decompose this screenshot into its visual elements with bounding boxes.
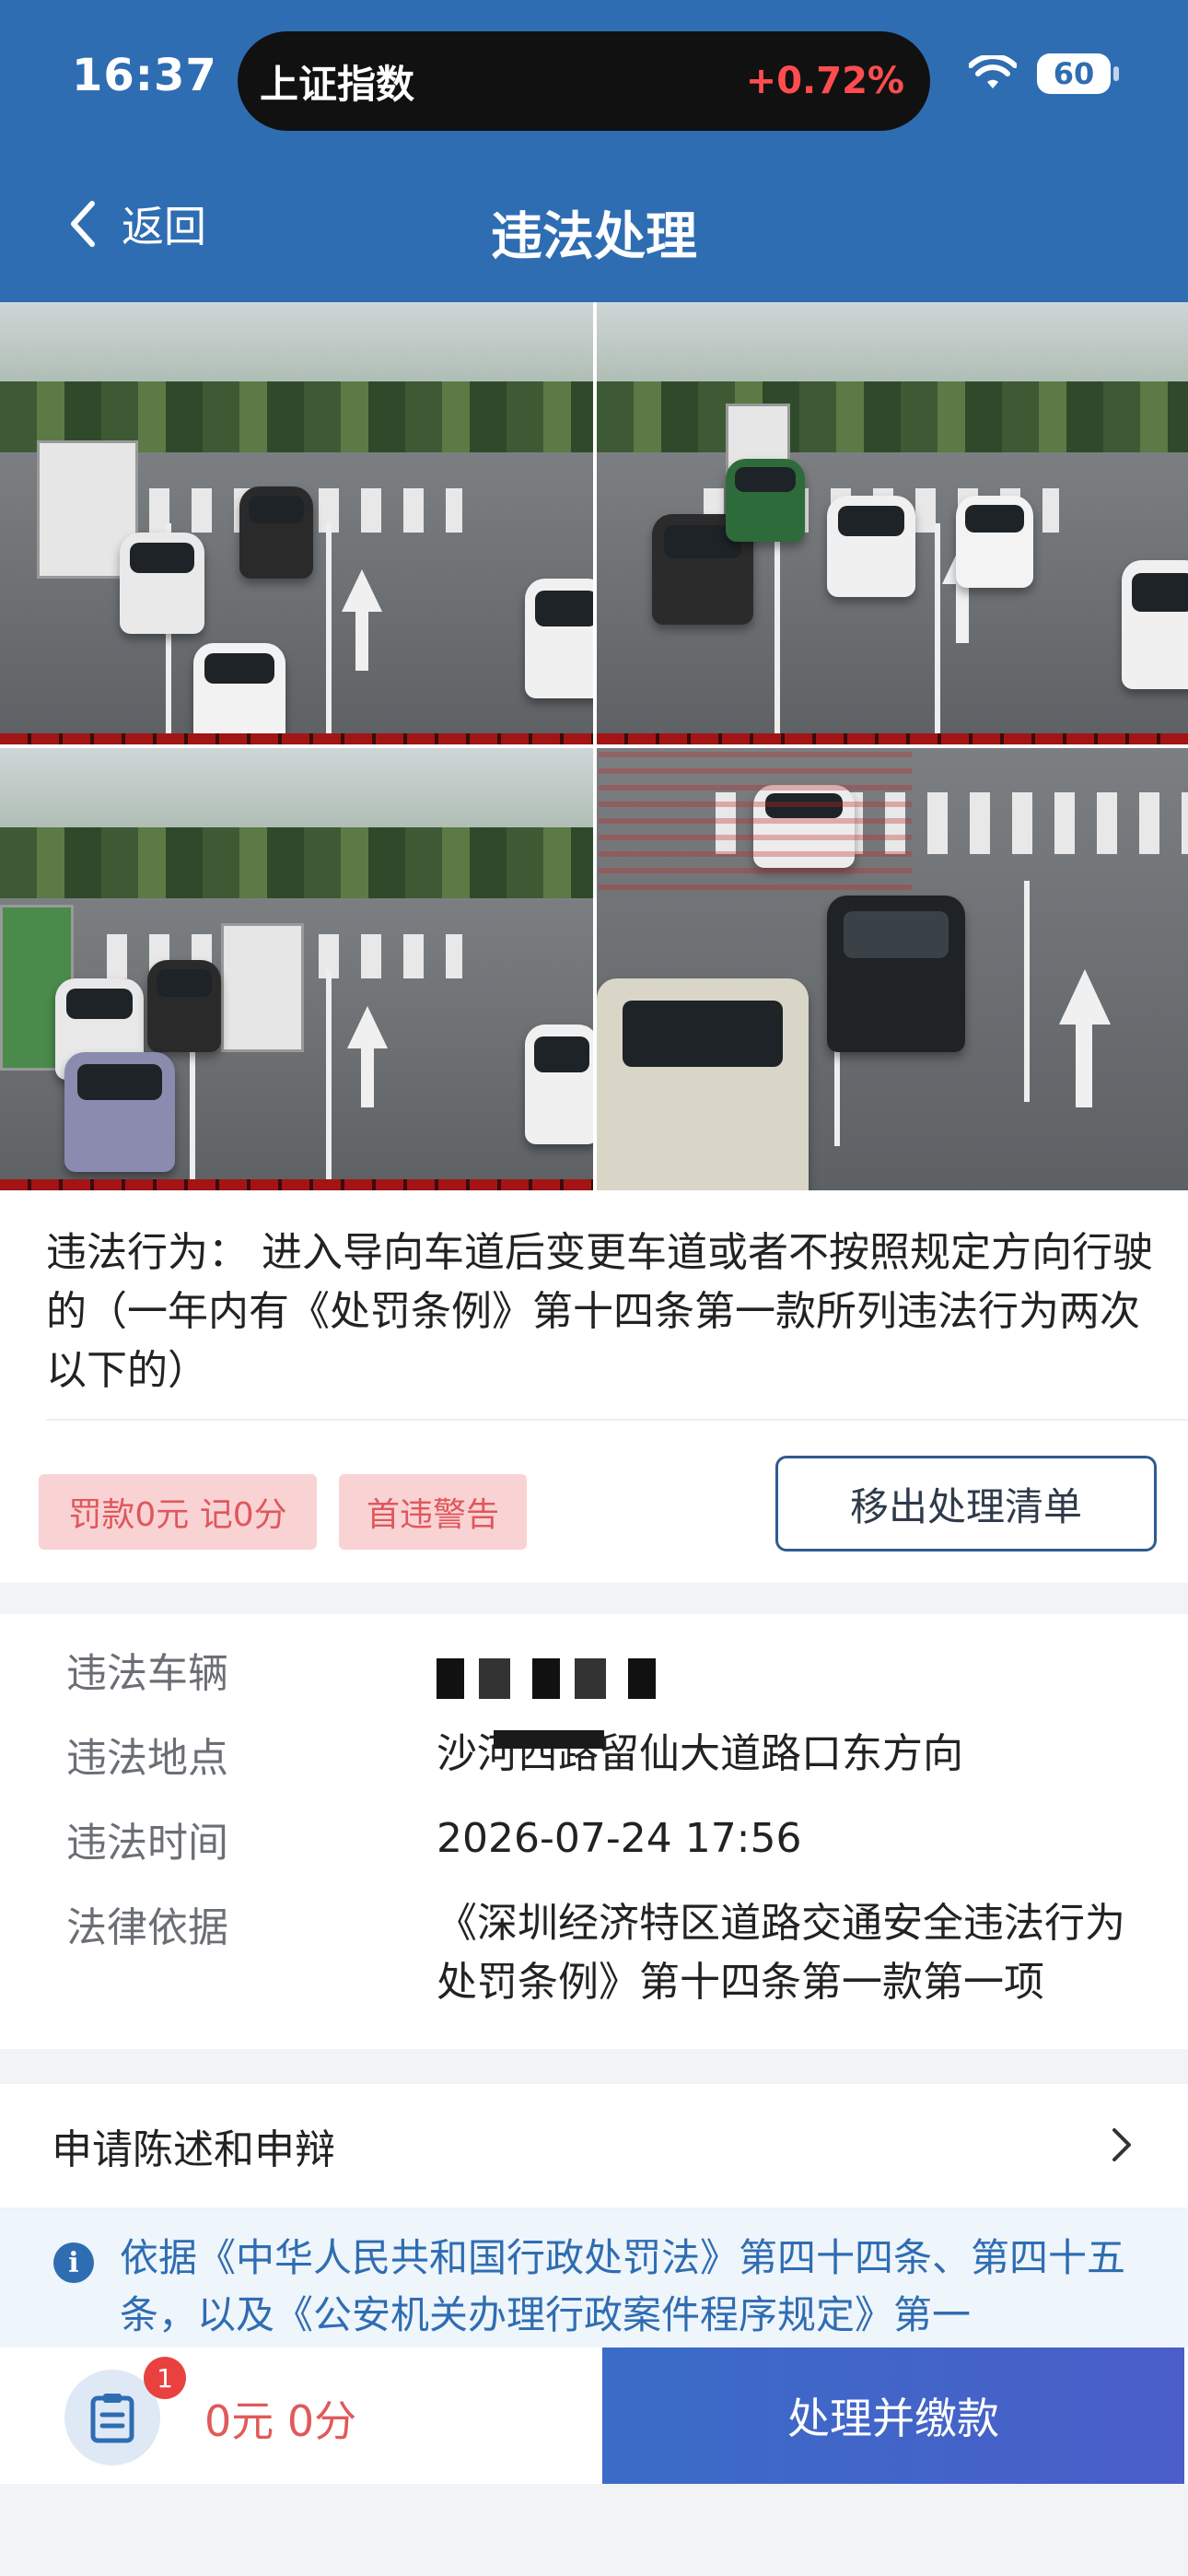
process-and-pay-button[interactable]: 处理并缴款 (602, 2348, 1184, 2484)
status-icons: 60 (969, 53, 1119, 94)
detail-row-vehicle: 违法车辆 (0, 1640, 1188, 1714)
ticker-name: 上证指数 (260, 61, 415, 107)
list-count-badge: 1 (144, 2357, 186, 2399)
redacted-location (494, 1730, 604, 1749)
notice-text: 依据《中华人民共和国行政处罚法》第四十四条、第四十五条，以及《公安机关办理行政案… (120, 2235, 1126, 2337)
evidence-photo-3[interactable] (0, 748, 593, 1190)
location-label: 违法地点 (66, 1735, 228, 1782)
detail-row-time: 违法时间 2026-07-24 17:56 (0, 1809, 1188, 1883)
ticker-change: +0.72% (745, 60, 904, 102)
time-label: 违法时间 (66, 1820, 228, 1867)
status-time: 16:37 (72, 50, 217, 101)
legal-notice: i 依据《中华人民共和国行政处罚法》第四十四条、第四十五条，以及《公安机关办理行… (0, 2209, 1188, 2348)
header: 16:37 上证指数 +0.72% 60 返回 违法处理 (0, 0, 1188, 302)
vehicle-label: 违法车辆 (66, 1650, 228, 1697)
info-icon: i (53, 2242, 94, 2283)
bottom-bar: 1 0元 0分 处理并缴款 (0, 2348, 1188, 2484)
home-indicator-area (0, 2484, 1188, 2576)
wifi-icon (969, 55, 1017, 88)
fine-points-tag: 罚款0元 记0分 (39, 1474, 317, 1550)
basis-label: 法律依据 (66, 1904, 228, 1951)
basis-value: 《深圳经济特区道路交通安全违法行为处罚条例》第十四条第一款第一项 (437, 1900, 1125, 2006)
appeal-row[interactable]: 申请陈述和申辩 (0, 2084, 1188, 2207)
evidence-photo-4[interactable] (597, 748, 1188, 1190)
violation-card: 违法行为： 进入导向车道后变更车道或者不按照规定方向行驶的（一年内有《处罚条例》… (0, 1190, 1188, 1583)
evidence-photo-1[interactable] (0, 302, 593, 744)
violation-text: 违法行为： 进入导向车道后变更车道或者不按照规定方向行驶的（一年内有《处罚条例》… (46, 1224, 1170, 1400)
violation-label: 违法行为： (46, 1229, 249, 1276)
violation-details: 违法车辆 违法地点 沙河西路留仙大道路口东方向 违法时间 2026-07-24 … (0, 1614, 1188, 2049)
battery-icon: 60 (1037, 53, 1119, 94)
appeal-label: 申请陈述和申辩 (52, 2126, 335, 2173)
evidence-photos (0, 302, 1188, 1190)
time-value: 2026-07-24 17:56 (437, 1815, 802, 1862)
violation-page: 16:37 上证指数 +0.72% 60 返回 违法处理 违法行为： 进入导向车… (0, 0, 1188, 2576)
total-amount: 0元 0分 (204, 2396, 357, 2446)
chevron-right-icon (1112, 2128, 1131, 2161)
redacted-plate (437, 1658, 667, 1699)
evidence-photo-2[interactable] (597, 302, 1188, 744)
first-offense-warning-tag: 首违警告 (339, 1474, 527, 1550)
detail-row-location: 违法地点 沙河西路留仙大道路口东方向 (0, 1725, 1188, 1798)
detail-row-basis: 法律依据 《深圳经济特区道路交通安全违法行为处罚条例》第十四条第一款第一项 (0, 1894, 1188, 2023)
clipboard-icon (90, 2394, 134, 2443)
remove-from-list-button[interactable]: 移出处理清单 (775, 1456, 1157, 1551)
page-title: 违法处理 (491, 207, 697, 267)
stock-ticker-island[interactable]: 上证指数 +0.72% (238, 31, 930, 131)
divider (46, 1419, 1188, 1421)
